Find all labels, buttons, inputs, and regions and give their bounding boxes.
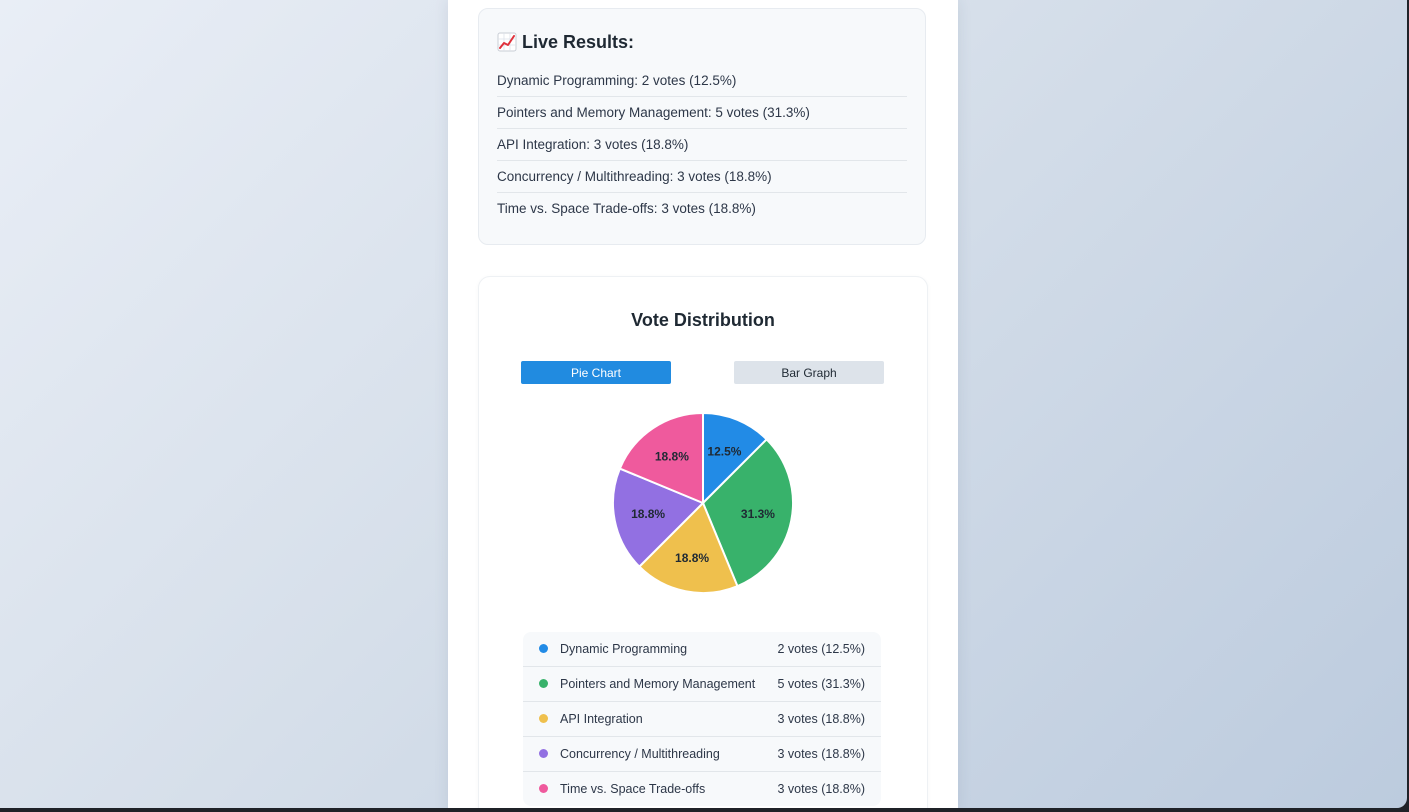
pie-slice-label: 18.8% bbox=[631, 507, 665, 521]
legend-label: Time vs. Space Trade-offs bbox=[560, 782, 706, 796]
result-item: Pointers and Memory Management: 5 votes … bbox=[497, 97, 907, 129]
legend-label: Pointers and Memory Management bbox=[560, 677, 756, 691]
live-results-card: Live Results: Dynamic Programming: 2 vot… bbox=[478, 8, 926, 245]
legend-label: API Integration bbox=[560, 712, 643, 726]
legend-row: Pointers and Memory Management 5 votes (… bbox=[523, 667, 881, 702]
pie-slice-label: 18.8% bbox=[675, 551, 709, 565]
legend-color-dot bbox=[539, 784, 548, 793]
vote-distribution-title: Vote Distribution bbox=[631, 310, 775, 330]
pie-chart-svg: 12.5% 31.3% 18.8% 18.8% 18.8% bbox=[612, 411, 794, 594]
pie-slice-label: 31.3% bbox=[741, 507, 775, 521]
legend-votes: 3 votes (18.8%) bbox=[777, 782, 865, 796]
legend-color-dot bbox=[539, 679, 548, 688]
legend-color-dot bbox=[539, 644, 548, 653]
pie-chart-button[interactable]: Pie Chart bbox=[521, 361, 671, 384]
live-results-list: Dynamic Programming: 2 votes (12.5%) Poi… bbox=[497, 65, 907, 224]
vote-distribution-card: Vote Distribution Pie Chart Bar Graph 12… bbox=[478, 276, 928, 808]
legend-color-dot bbox=[539, 714, 548, 723]
page-background: Live Results: Dynamic Programming: 2 vot… bbox=[0, 0, 1407, 808]
legend-votes: 2 votes (12.5%) bbox=[777, 642, 865, 656]
pie-slice-label: 12.5% bbox=[707, 444, 741, 458]
legend-row: Time vs. Space Trade-offs 3 votes (18.8%… bbox=[523, 772, 881, 806]
live-results-title: Live Results: bbox=[522, 32, 635, 52]
legend-label: Concurrency / Multithreading bbox=[560, 747, 720, 761]
legend-votes: 5 votes (31.3%) bbox=[777, 677, 865, 691]
result-item: Dynamic Programming: 2 votes (12.5%) bbox=[497, 65, 907, 97]
bar-graph-button[interactable]: Bar Graph bbox=[734, 361, 884, 384]
legend-color-dot bbox=[539, 749, 548, 758]
result-item: Concurrency / Multithreading: 3 votes (1… bbox=[497, 161, 907, 193]
chart-increasing-icon bbox=[497, 32, 517, 52]
main-column: Live Results: Dynamic Programming: 2 vot… bbox=[448, 0, 958, 808]
result-item: API Integration: 3 votes (18.8%) bbox=[497, 129, 907, 161]
legend-votes: 3 votes (18.8%) bbox=[777, 712, 865, 726]
legend-row: Dynamic Programming 2 votes (12.5%) bbox=[523, 632, 881, 667]
legend-label: Dynamic Programming bbox=[560, 642, 688, 656]
pie-slice-label: 18.8% bbox=[655, 449, 689, 463]
live-results-heading: Live Results: bbox=[497, 31, 907, 53]
pie-chart: 12.5% 31.3% 18.8% 18.8% 18.8% bbox=[608, 408, 798, 598]
result-item: Time vs. Space Trade-offs: 3 votes (18.8… bbox=[497, 201, 756, 216]
legend-row: API Integration 3 votes (18.8%) bbox=[523, 702, 881, 737]
legend-row: Concurrency / Multithreading 3 votes (18… bbox=[523, 737, 881, 772]
legend-votes: 3 votes (18.8%) bbox=[777, 747, 865, 761]
legend-table: Dynamic Programming 2 votes (12.5%) Poin… bbox=[523, 632, 881, 806]
